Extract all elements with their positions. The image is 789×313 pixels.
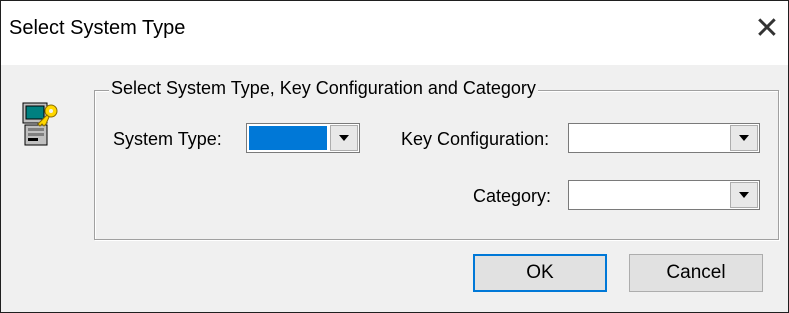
system-type-selected-value <box>249 126 327 150</box>
selection-group-box <box>94 90 779 240</box>
category-dropdown[interactable] <box>568 180 760 210</box>
key-configuration-label: Key Configuration: <box>401 129 550 149</box>
dialog-client-area: Select System Type, Key Configuration an… <box>1 65 788 312</box>
chevron-down-icon <box>739 135 749 141</box>
category-value <box>571 183 727 207</box>
category-label: Category: <box>473 186 552 206</box>
title-bar: Select System Type ✕ <box>1 1 788 65</box>
chevron-down-icon <box>339 135 349 141</box>
key-configuration-dropdown-button[interactable] <box>730 125 758 151</box>
key-configuration-dropdown[interactable] <box>568 123 760 153</box>
cancel-button[interactable]: Cancel <box>629 254 763 292</box>
system-type-dropdown[interactable] <box>246 123 360 153</box>
system-type-label: System Type: <box>113 129 222 149</box>
group-legend: Select System Type, Key Configuration an… <box>109 78 538 99</box>
chevron-down-icon <box>739 192 749 198</box>
key-configuration-value <box>571 126 727 150</box>
computer-with-key-icon <box>22 102 58 146</box>
window-title: Select System Type <box>9 17 186 39</box>
system-type-dropdown-button[interactable] <box>330 125 358 151</box>
close-button[interactable]: ✕ <box>749 11 785 47</box>
category-dropdown-button[interactable] <box>730 182 758 208</box>
dialog-window: Select System Type ✕ Select System Type,… <box>0 0 789 313</box>
ok-button[interactable]: OK <box>473 254 607 292</box>
